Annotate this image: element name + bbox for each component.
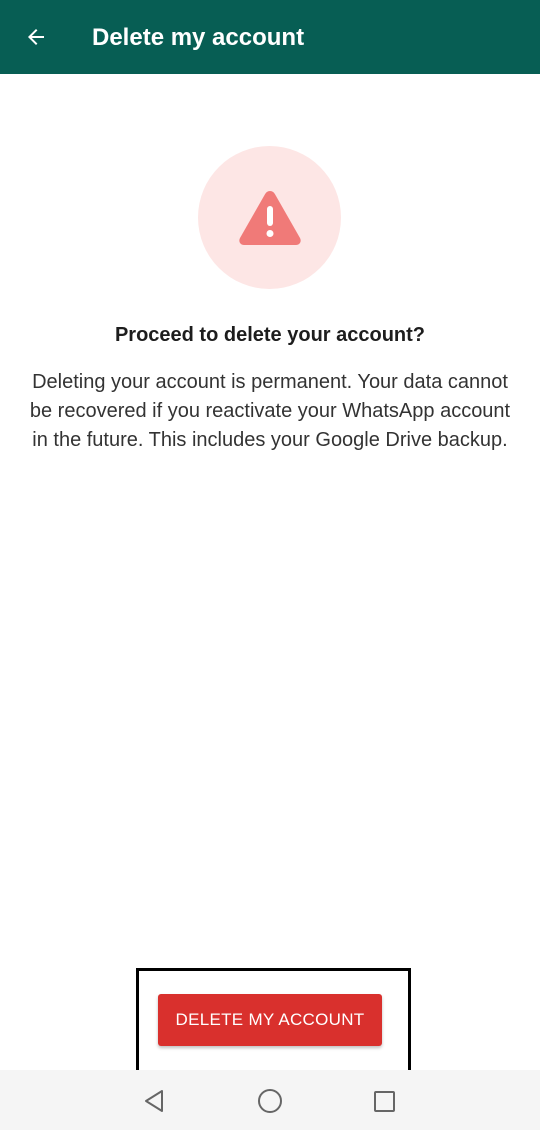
- system-back-button[interactable]: [138, 1085, 170, 1117]
- warning-triangle-icon: [238, 190, 301, 245]
- deletion-warning-text: Deleting your account is permanent. Your…: [29, 371, 511, 451]
- system-navigation-bar: [0, 1070, 540, 1130]
- triangle-back-icon: [145, 1090, 163, 1112]
- system-recents-button[interactable]: [368, 1085, 400, 1117]
- confirmation-question: Proceed to delete your account?: [114, 324, 426, 346]
- app-bar: Delete my account: [0, 0, 540, 74]
- circle-home-icon: [258, 1089, 282, 1113]
- system-home-button[interactable]: [254, 1085, 286, 1117]
- delete-account-screen: Delete my account Proceed to delete your…: [0, 0, 540, 1130]
- square-recents-icon: [374, 1091, 395, 1112]
- delete-account-button[interactable]: DELETE MY ACCOUNT: [158, 994, 382, 1046]
- back-button[interactable]: [18, 19, 54, 55]
- page-title: Delete my account: [92, 24, 305, 51]
- arrow-left-icon: [28, 29, 44, 45]
- warning-badge: [198, 146, 341, 289]
